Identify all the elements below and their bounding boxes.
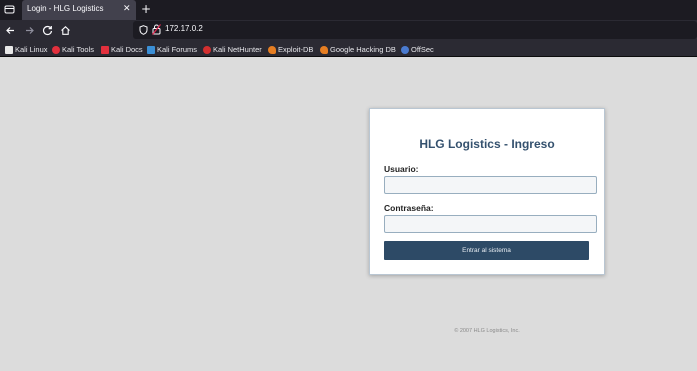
bookmarks-toolbar: Kali Linux Kali Tools Kali Docs Kali For… — [0, 42, 697, 57]
bookmark-label: Kali Linux — [15, 45, 48, 54]
tracking-protection-shield-icon[interactable] — [139, 25, 148, 35]
bookmark-label: Google Hacking DB — [330, 45, 396, 54]
bookmark-label: OffSec — [411, 45, 434, 54]
bookmark-google-hacking-db[interactable]: Google Hacking DB — [320, 43, 396, 56]
insecure-lock-icon[interactable] — [152, 24, 161, 35]
bookmark-kali-tools[interactable]: Kali Tools — [52, 43, 94, 56]
forward-arrow-icon[interactable] — [23, 24, 36, 37]
tab-bar: Login - HLG Logistics ✕ + — [0, 0, 697, 20]
username-label: Usuario: — [384, 164, 419, 174]
offsec-icon — [401, 45, 409, 54]
home-icon[interactable] — [59, 24, 72, 37]
bookmark-kali-forums[interactable]: Kali Forums — [147, 43, 197, 56]
login-title: HLG Logistics - Ingreso — [419, 137, 555, 151]
tab-active[interactable]: Login - HLG Logistics ✕ — [22, 0, 136, 20]
password-input[interactable] — [384, 215, 597, 233]
tab-title: Login - HLG Logistics — [27, 4, 104, 13]
password-label: Contraseña: — [384, 203, 434, 213]
login-card: HLG Logistics - Ingreso Usuario: Contras… — [369, 108, 605, 275]
tab-close-icon[interactable]: ✕ — [123, 3, 131, 15]
kali-dragon-icon — [5, 45, 13, 54]
bookmark-kali-docs[interactable]: Kali Docs — [101, 43, 143, 56]
url-text[interactable]: 172.17.0.2 — [165, 24, 203, 33]
login-submit-button[interactable]: Entrar al sistema — [384, 241, 589, 260]
bookmark-label: Kali NetHunter — [213, 45, 262, 54]
copyright-footer: © 2007 HLG Logistics, Inc. — [454, 328, 520, 334]
bookmark-kali-nethunter[interactable]: Kali NetHunter — [203, 43, 262, 56]
back-arrow-icon[interactable] — [4, 24, 17, 37]
username-input[interactable] — [384, 176, 597, 194]
page-viewport: HLG Logistics - Ingreso Usuario: Contras… — [0, 58, 697, 371]
bookmark-exploit-db[interactable]: Exploit-DB — [268, 43, 313, 56]
bookmark-offsec[interactable]: OffSec — [401, 43, 434, 56]
kali-tools-icon — [52, 45, 60, 54]
new-tab-icon[interactable]: + — [141, 2, 151, 16]
kali-docs-icon — [101, 45, 109, 54]
url-bar[interactable] — [133, 21, 697, 39]
bookmark-label: Exploit-DB — [278, 45, 314, 54]
nethunter-icon — [203, 45, 211, 54]
kali-forums-icon — [147, 45, 155, 54]
bookmark-kali-linux[interactable]: Kali Linux — [5, 43, 48, 56]
bookmark-label: Kali Docs — [111, 45, 143, 54]
exploit-db-icon — [268, 45, 276, 54]
ghdb-icon — [320, 45, 328, 54]
tab-list-icon[interactable] — [4, 4, 15, 15]
bookmark-label: Kali Tools — [62, 45, 94, 54]
bookmark-label: Kali Forums — [157, 45, 198, 54]
reload-icon[interactable] — [41, 24, 54, 37]
